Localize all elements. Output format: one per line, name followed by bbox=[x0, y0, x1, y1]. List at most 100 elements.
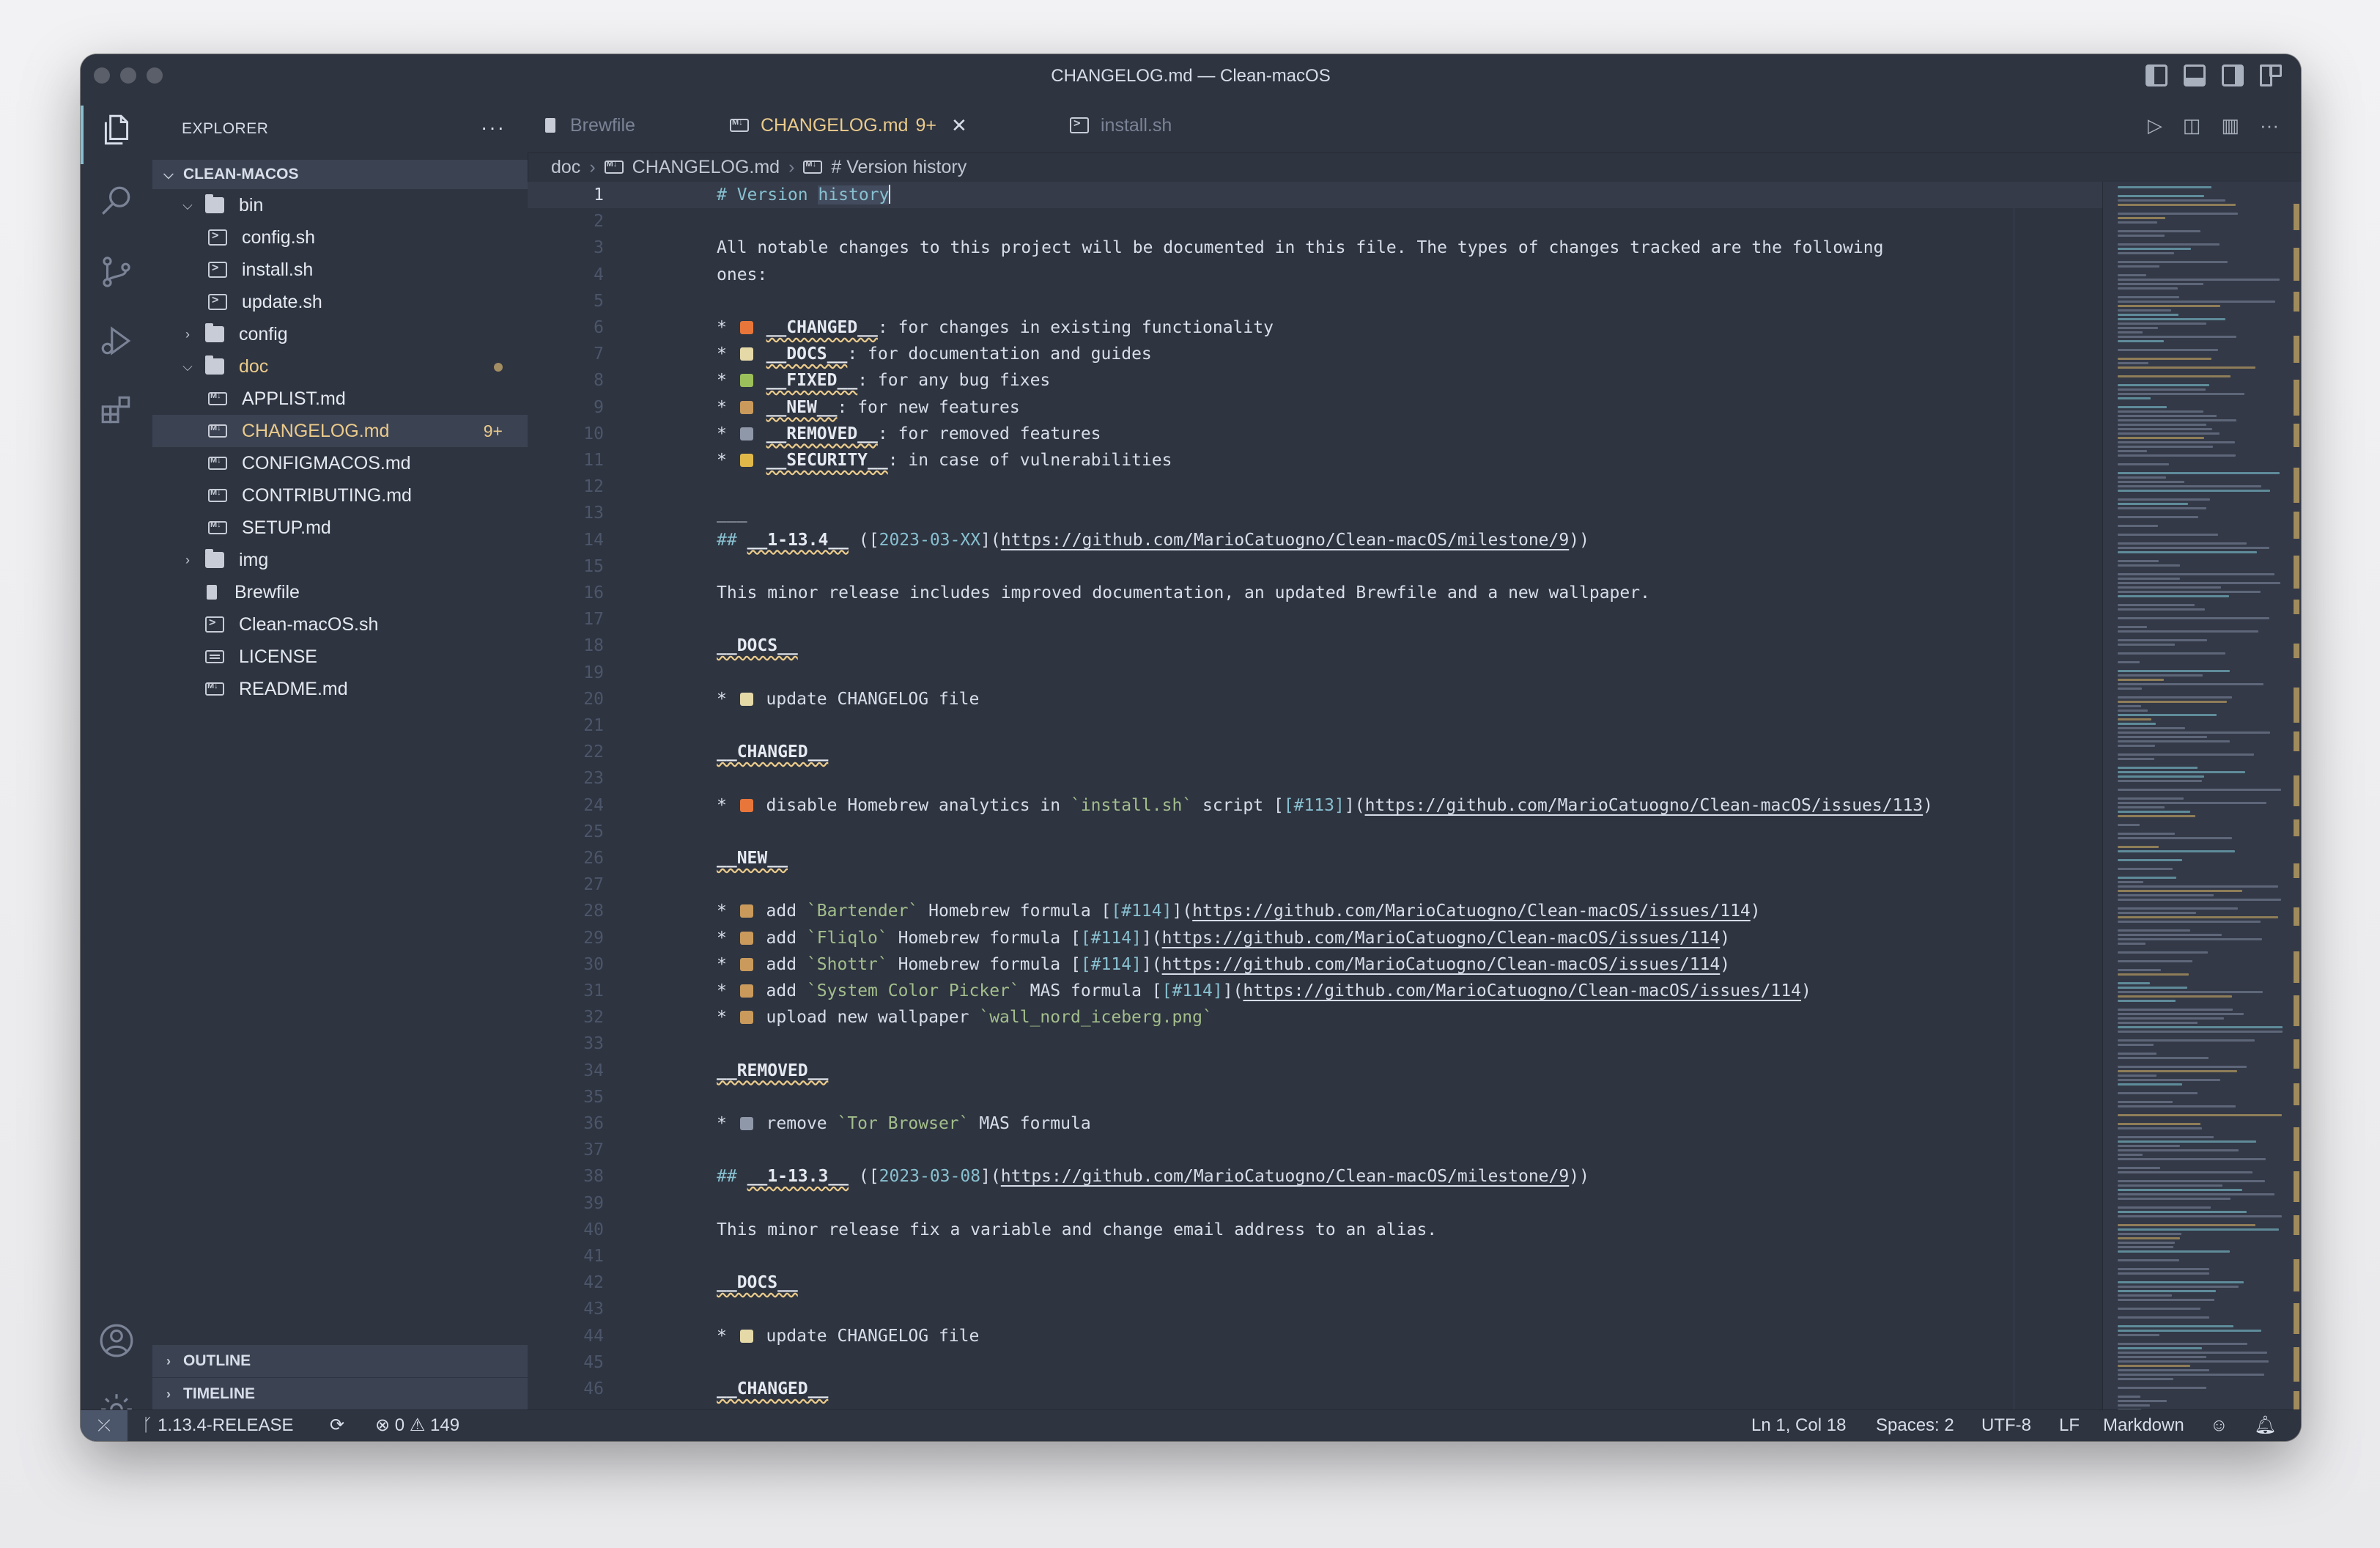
accounts-icon[interactable] bbox=[98, 1322, 135, 1359]
breadcrumb-folder[interactable]: doc bbox=[551, 157, 580, 178]
file-label: APPLIST.md bbox=[242, 388, 346, 409]
brewfile-icon bbox=[205, 583, 220, 601]
more-actions-icon[interactable]: ··· bbox=[481, 116, 506, 139]
problems-status[interactable]: ⊗ 0 ⚠ 149 bbox=[375, 1410, 459, 1441]
minimap-line bbox=[2118, 934, 2222, 936]
file-label: SETUP.md bbox=[242, 517, 331, 538]
line-text: * add `Fliqlo` Homebrew formula [[#114]]… bbox=[717, 928, 1731, 948]
file-item[interactable]: install.sh bbox=[152, 254, 528, 286]
timeline-label: TIMELINE bbox=[183, 1385, 255, 1402]
minimap-line bbox=[2118, 1105, 2236, 1107]
branch-name: 1.13.4-RELEASE bbox=[158, 1415, 294, 1435]
search-icon[interactable] bbox=[98, 183, 135, 220]
minimap-line bbox=[2118, 331, 2143, 333]
line-text: * update CHANGELOG file bbox=[717, 689, 980, 709]
file-item[interactable]: Clean-macOS.sh bbox=[152, 608, 528, 641]
file-item[interactable]: LICENSE bbox=[152, 641, 528, 673]
file-item[interactable]: README.md bbox=[152, 673, 528, 705]
minimap-line bbox=[2118, 314, 2178, 316]
indentation-status[interactable]: Spaces: 2 bbox=[1876, 1410, 1954, 1441]
run-icon[interactable]: ▷ bbox=[2148, 114, 2162, 137]
workspace-root[interactable]: ⌵ CLEAN-MACOS bbox=[152, 160, 528, 189]
minimap-line bbox=[2118, 740, 2230, 742]
customize-layout-icon[interactable] bbox=[2260, 64, 2282, 86]
minimap-line bbox=[2118, 951, 2208, 954]
file-item[interactable]: SETUP.md bbox=[152, 512, 528, 544]
minimap-line bbox=[2118, 1140, 2256, 1143]
file-item[interactable]: Brewfile bbox=[152, 576, 528, 608]
minimap-line bbox=[2118, 362, 2148, 364]
notifications-bell-icon[interactable]: 🔔︎ bbox=[2254, 1410, 2276, 1441]
close-tab-icon[interactable]: ✕ bbox=[951, 114, 967, 137]
code-line: 39 bbox=[528, 1190, 2103, 1217]
outline-section[interactable]: › OUTLINE bbox=[152, 1344, 528, 1377]
minimap-line bbox=[2118, 1396, 2140, 1398]
folder-item[interactable]: ⌵ doc bbox=[152, 350, 528, 383]
feedback-icon[interactable]: ☺ bbox=[2210, 1410, 2228, 1441]
run-debug-icon[interactable] bbox=[98, 322, 135, 359]
line-number: 22 bbox=[583, 742, 604, 762]
split-editor-icon[interactable]: ▥ bbox=[2221, 114, 2239, 137]
minimap-line bbox=[2118, 1057, 2209, 1059]
explorer-icon[interactable] bbox=[98, 111, 135, 148]
cursor-position[interactable]: Ln 1, Col 18 bbox=[1751, 1410, 1846, 1441]
minimap-line bbox=[2118, 885, 2278, 888]
remote-indicator-icon[interactable]: ⤫ bbox=[81, 1410, 128, 1441]
minimap-line bbox=[2118, 1360, 2269, 1363]
file-item[interactable]: APPLIST.md bbox=[152, 383, 528, 415]
minimap-line bbox=[2118, 472, 2280, 474]
folder-icon bbox=[205, 355, 224, 375]
encoding-status[interactable]: UTF-8 bbox=[1981, 1410, 2031, 1441]
open-preview-icon[interactable]: ◫ bbox=[2183, 114, 2201, 137]
more-editor-actions-icon[interactable]: ··· bbox=[2260, 114, 2279, 137]
minimap-line bbox=[2118, 881, 2143, 883]
tab-install-sh[interactable]: install.sh bbox=[1070, 98, 1172, 152]
minimap-warning-marker bbox=[2294, 600, 2299, 614]
file-item[interactable]: CONFIGMACOS.md bbox=[152, 447, 528, 479]
folder-icon bbox=[205, 323, 224, 342]
tab-brewfile[interactable]: Brewfile bbox=[544, 98, 635, 152]
minimap-line bbox=[2118, 995, 2232, 998]
folder-item[interactable]: ⌵ bin bbox=[152, 189, 528, 221]
file-item[interactable]: config.sh bbox=[152, 221, 528, 254]
line-number: 46 bbox=[583, 1379, 604, 1398]
folder-item[interactable]: › img bbox=[152, 544, 528, 576]
minimap-line bbox=[2118, 1250, 2230, 1253]
line-text: * add `Shottr` Homebrew formula [[#114]]… bbox=[717, 954, 1731, 974]
line-text: * __NEW__: for new features bbox=[717, 397, 1020, 417]
symbol-icon bbox=[803, 160, 823, 174]
editor-actions: ▷ ◫ ▥ ··· bbox=[2148, 114, 2279, 137]
timeline-section[interactable]: › TIMELINE bbox=[152, 1377, 528, 1410]
toggle-primary-sidebar-icon[interactable] bbox=[2146, 64, 2168, 86]
explorer-sidebar: EXPLORER ··· ⌵ CLEAN-MACOS ⌵ bin config.sh… bbox=[152, 98, 528, 1410]
minimap-line bbox=[2118, 688, 2142, 690]
breadcrumb-file[interactable]: CHANGELOG.md bbox=[632, 157, 780, 178]
minimap[interactable] bbox=[2102, 182, 2301, 1410]
minimap-line bbox=[2118, 714, 2217, 716]
extensions-icon[interactable] bbox=[98, 391, 135, 428]
source-control-icon[interactable] bbox=[98, 254, 135, 290]
code-line: 14 ## __1-13.4__ ([2023-03-XX](https://gi… bbox=[528, 527, 2103, 553]
minimap-line bbox=[2118, 1299, 2214, 1301]
file-item[interactable]: CHANGELOG.md 9+ bbox=[152, 415, 528, 447]
code-editor[interactable]: 1 # Version history 2 3 All notable changes … bbox=[528, 182, 2103, 1410]
code-line: 42 __DOCS__ bbox=[528, 1269, 2103, 1296]
toggle-panel-icon[interactable] bbox=[2184, 64, 2206, 86]
toggle-secondary-sidebar-icon[interactable] bbox=[2222, 64, 2244, 86]
markdown-icon bbox=[730, 118, 749, 132]
breadcrumb-symbol[interactable]: # Version history bbox=[831, 157, 967, 178]
minimap-line bbox=[2118, 929, 2190, 932]
file-item[interactable]: CONTRIBUTING.md bbox=[152, 479, 528, 512]
sync-icon[interactable]: ⟳ bbox=[330, 1410, 344, 1441]
minimap-line bbox=[2118, 450, 2147, 452]
language-mode[interactable]: Markdown bbox=[2103, 1410, 2184, 1441]
minimap-line bbox=[2118, 833, 2175, 835]
code-line: 5 bbox=[528, 288, 2103, 314]
minimap-line bbox=[2118, 1189, 2242, 1191]
tab-changelog[interactable]: CHANGELOG.md 9+ ✕ bbox=[715, 98, 982, 152]
file-item[interactable]: update.sh bbox=[152, 286, 528, 318]
branch-status[interactable]: ᚴ 1.13.4-RELEASE bbox=[142, 1410, 294, 1441]
minimap-line bbox=[2118, 1242, 2175, 1244]
folder-item[interactable]: › config bbox=[152, 318, 528, 350]
eol-status[interactable]: LF bbox=[2059, 1410, 2080, 1441]
